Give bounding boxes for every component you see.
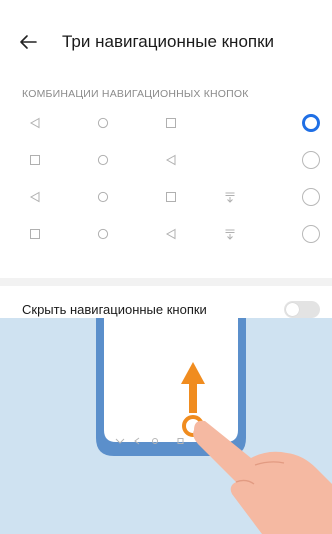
nav-combination-radio[interactable] — [302, 187, 320, 206]
back-triangle-icon — [27, 189, 43, 205]
switch-knob — [286, 303, 299, 316]
back-triangle-icon — [163, 226, 179, 242]
page-title: Три навигационные кнопки — [62, 32, 275, 51]
swipe-illustration — [0, 318, 332, 534]
home-circle-icon — [95, 115, 111, 131]
divider — [0, 278, 332, 286]
nav-combination-row[interactable] — [0, 141, 332, 178]
arrow-left-icon — [20, 35, 37, 49]
nav-combination-row[interactable] — [0, 178, 332, 215]
home-circle-icon — [95, 189, 111, 205]
home-circle-icon — [95, 226, 111, 242]
recent-square-icon — [27, 226, 43, 242]
header: Три навигационные кнопки — [0, 0, 332, 84]
nav-combination-row[interactable] — [0, 215, 332, 252]
home-circle-icon — [95, 152, 111, 168]
back-triangle-icon — [163, 152, 179, 168]
notification-pulldown-icon — [222, 189, 238, 205]
recent-square-icon — [27, 152, 43, 168]
nav-combination-radio[interactable] — [302, 113, 320, 132]
back-triangle-icon — [27, 115, 43, 131]
notification-pulldown-icon — [222, 226, 238, 242]
section-title: КОМБИНАЦИИ НАВИГАЦИОННЫХ КНОПОК — [22, 88, 249, 100]
recent-square-icon — [163, 189, 179, 205]
hide-nav-buttons-switch[interactable] — [284, 301, 320, 318]
nav-combination-row[interactable] — [0, 104, 332, 141]
recent-square-icon — [163, 115, 179, 131]
nav-combination-radio[interactable] — [302, 150, 320, 169]
phone-illustration — [96, 318, 246, 456]
nav-combination-radio[interactable] — [302, 224, 320, 243]
hide-nav-buttons-label: Скрыть навигационные кнопки — [22, 302, 207, 317]
back-button[interactable] — [16, 30, 40, 54]
